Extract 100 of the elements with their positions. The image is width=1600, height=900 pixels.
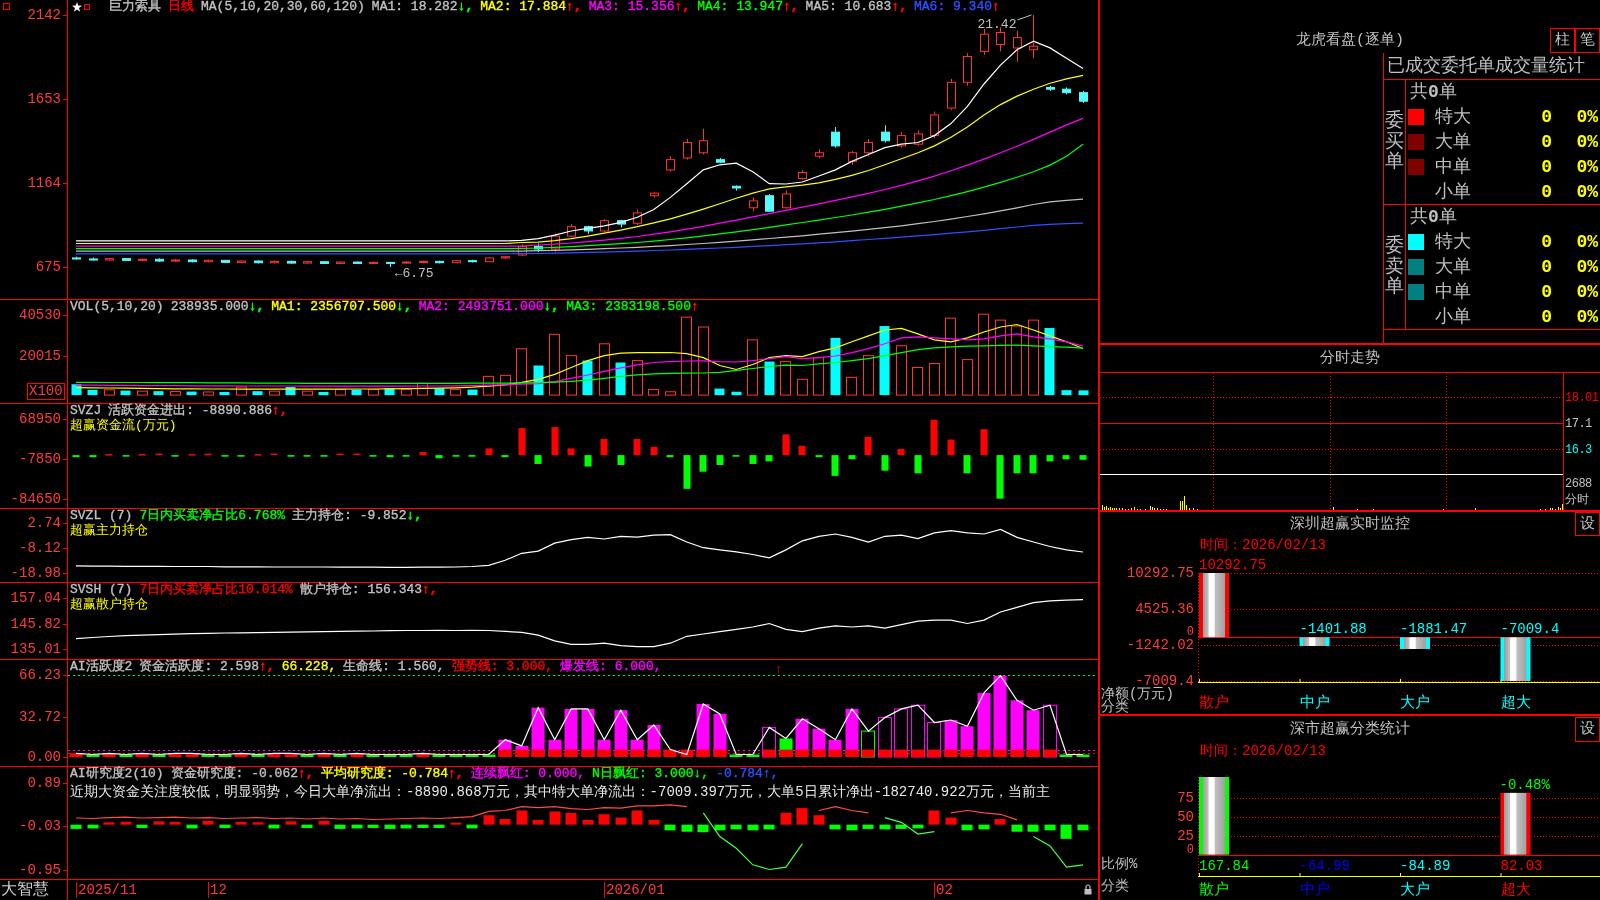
axis-tick-label: -0.03 — [19, 819, 61, 834]
scale-label: 17.1 — [1565, 416, 1592, 432]
candlestick — [237, 259, 246, 264]
order-size-label: 中单 — [1434, 156, 1472, 177]
value-label: -7009.4 — [1500, 621, 1560, 638]
candlestick — [188, 258, 197, 263]
candlestick — [732, 184, 741, 192]
order-size-label: 特大 — [1434, 106, 1472, 127]
candlestick — [650, 191, 659, 198]
order-share: 0% — [1575, 281, 1599, 302]
reading-label: -84.89 — [1400, 857, 1451, 874]
scale-label: 分时 — [1565, 492, 1588, 508]
group-total: 共0单 — [1410, 207, 1457, 227]
square-icon — [3, 3, 10, 10]
legend-text: 66.228, — [281, 660, 337, 674]
legend-text: 爆发线: 6.000, — [560, 660, 662, 674]
candlestick — [171, 258, 180, 263]
candlestick — [1013, 30, 1022, 63]
candlestick — [336, 260, 345, 265]
candlestick — [765, 193, 774, 213]
order-share: 0% — [1575, 306, 1599, 327]
axis-tick-label: -18.98 — [10, 565, 61, 580]
axis-tick-label: -1242.02 — [1126, 638, 1194, 652]
table-title: 已成交委托单成交量统计 — [1387, 56, 1585, 76]
candlestick — [353, 260, 362, 265]
legend-text: 238935.000 — [170, 300, 249, 314]
category-label: 大户 — [1400, 883, 1430, 900]
order-count: 0 — [1540, 306, 1552, 327]
software-name: 大智慧 — [1, 881, 49, 899]
axis-tick-label: -8.12 — [19, 540, 61, 555]
axis-title: 净额(万元) — [1101, 688, 1175, 701]
candlestick — [815, 148, 824, 159]
candlestick — [930, 111, 939, 139]
candlestick — [798, 169, 807, 180]
date-axis-label: 02 — [934, 882, 953, 898]
candlestick — [72, 256, 81, 261]
trend-arrow: ↑ — [992, 0, 1000, 14]
indicator-title: 超赢散户持仓 — [70, 597, 148, 612]
change-label: -0.48% — [1499, 776, 1550, 793]
candlestick — [1079, 90, 1088, 104]
candlestick — [485, 256, 494, 263]
order-count: 0 — [1540, 131, 1552, 152]
panel-title: 分时走势 — [1320, 350, 1380, 367]
candlestick — [534, 243, 543, 253]
date-axis-label: 2026/01 — [604, 882, 665, 898]
candlestick — [914, 129, 923, 147]
axis-title: 分类 — [1101, 701, 1129, 714]
view-toggle-button[interactable]: 笔 — [1575, 28, 1600, 53]
trend-arrow: ↓, — [406, 509, 423, 523]
candlestick — [518, 243, 527, 257]
price-label: ←6.75 — [394, 266, 434, 282]
legend-text: 活跃资金进出: -8890.886 — [108, 404, 273, 418]
candlestick — [864, 138, 873, 157]
order-share: 0% — [1575, 131, 1599, 152]
candlestick — [897, 131, 906, 149]
order-share: 0% — [1575, 256, 1599, 277]
order-share: 0% — [1575, 181, 1599, 202]
settings-button[interactable]: 设 — [1575, 716, 1600, 742]
axis-tick-label: 1653 — [27, 91, 61, 106]
group-label: 委买单 — [1385, 110, 1404, 174]
legend-text: 平均研究度: -0.784 — [320, 767, 449, 781]
candlestick — [1062, 86, 1071, 95]
scale-label: 16.3 — [1565, 442, 1592, 458]
candlestick — [584, 225, 593, 235]
category-label: 超大 — [1500, 883, 1531, 900]
view-toggle-button[interactable]: 柱 — [1550, 28, 1575, 53]
order-size-label: 大单 — [1434, 256, 1472, 277]
candlestick — [287, 260, 296, 265]
value-label: -1401.88 — [1299, 621, 1367, 638]
scale-label: 2688 — [1565, 476, 1592, 492]
candlestick — [980, 28, 989, 56]
candlestick — [89, 257, 98, 262]
legend-text: SVZL (7) — [70, 509, 133, 523]
axis-title: 分类 — [1101, 879, 1129, 896]
axis-tick-label: 4525.36 — [1135, 602, 1194, 616]
axis-tick-label: 1164 — [27, 176, 61, 190]
axis-tick-label: 2142 — [27, 7, 61, 22]
axis-tick-label: 20015 — [19, 348, 61, 363]
legend-text: 巨力索具 — [109, 0, 161, 14]
axis-tick-label: 75 — [1177, 791, 1194, 806]
trend-arrow: ↑, — [259, 660, 275, 674]
axis-tick-label: 50 — [1177, 809, 1194, 824]
axis-tick-label: 66.23 — [19, 668, 61, 683]
legend-text: SVZJ — [70, 404, 102, 418]
trend-arrow: ↑, — [422, 583, 438, 597]
trend-arrow: ↑, — [891, 0, 907, 14]
trend-arrow: ↓, — [248, 300, 265, 314]
axis-tick-label: -7009.4 — [1135, 674, 1194, 688]
candlestick — [254, 259, 263, 264]
settings-button[interactable]: 设 — [1575, 512, 1600, 536]
legend-text: MA1: 18.282 — [371, 0, 458, 14]
candlestick — [1046, 85, 1055, 92]
candlestick — [551, 233, 560, 253]
unit-label: X100 — [27, 383, 65, 400]
order-count: 0 — [1540, 281, 1552, 302]
order-size-label: 中单 — [1434, 281, 1472, 302]
indicator-title: 超赢资金流(万元) — [70, 418, 177, 433]
order-count: 0 — [1540, 106, 1552, 127]
candlestick — [1029, 14, 1038, 59]
date-axis-label: 12 — [208, 882, 227, 898]
